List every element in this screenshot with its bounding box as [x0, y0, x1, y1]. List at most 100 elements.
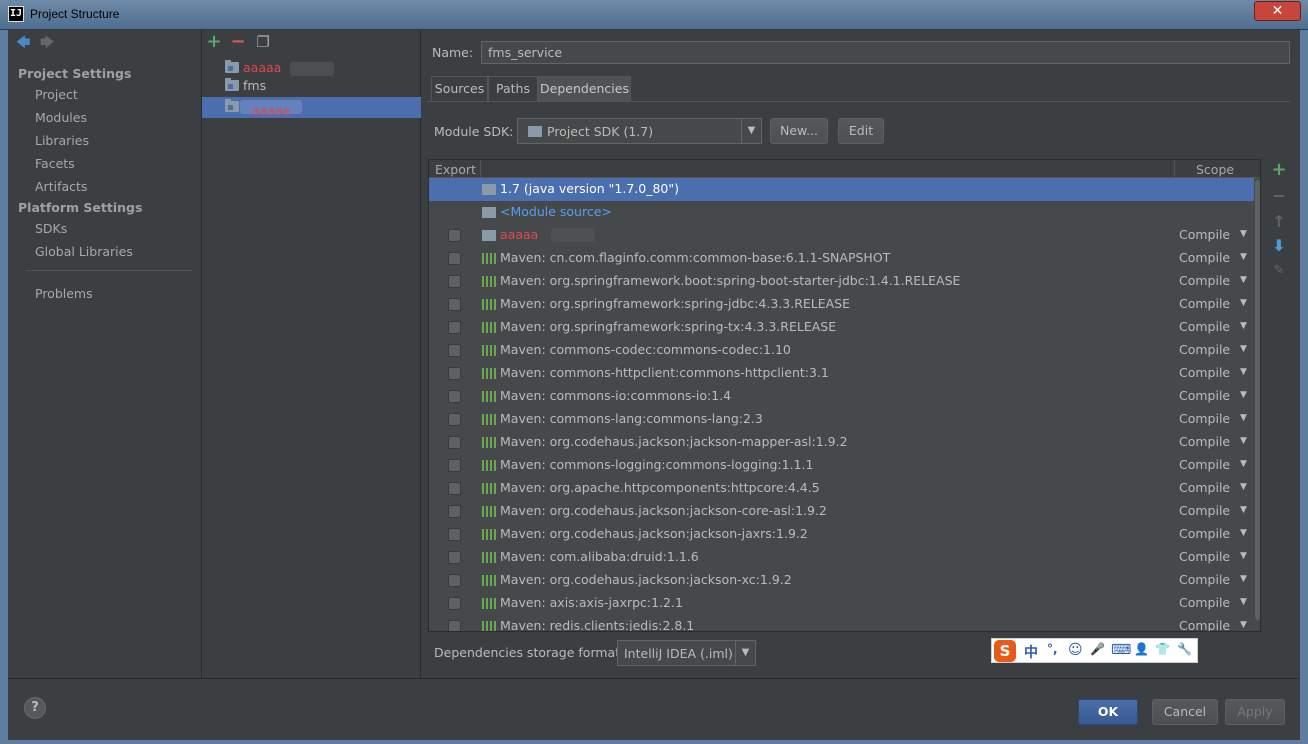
- table-row[interactable]: Maven: org.codehaus.jackson:jackson-core…: [429, 500, 1254, 523]
- chevron-down-icon[interactable]: ▼: [735, 641, 755, 665]
- table-row[interactable]: Maven: commons-codec:commons-codec:1.10 C…: [429, 339, 1254, 362]
- export-checkbox[interactable]: [448, 298, 461, 311]
- chevron-down-icon[interactable]: ▼: [1240, 413, 1247, 423]
- chevron-down-icon[interactable]: ▼: [1240, 321, 1247, 331]
- scope-select[interactable]: Compile: [1179, 503, 1230, 518]
- edit-dependency-icon[interactable]: ✎: [1271, 263, 1287, 279]
- export-checkbox[interactable]: [448, 482, 461, 495]
- scope-select[interactable]: Compile: [1179, 296, 1230, 311]
- module-name-input[interactable]: [481, 41, 1290, 64]
- emoji-icon[interactable]: ☺: [1068, 642, 1083, 658]
- export-checkbox[interactable]: [448, 436, 461, 449]
- table-scrollbar[interactable]: [1254, 178, 1260, 631]
- export-checkbox[interactable]: [448, 252, 461, 265]
- new-sdk-button[interactable]: New...: [770, 118, 828, 144]
- col-header-export[interactable]: Export: [435, 162, 476, 177]
- forward-arrow-icon[interactable]: 🡆: [40, 36, 54, 50]
- chevron-down-icon[interactable]: ▼: [1240, 574, 1247, 584]
- tab-sources[interactable]: Sources: [431, 76, 488, 101]
- table-row[interactable]: 1.7 (java version "1.7.0_80"): [429, 178, 1254, 201]
- module-sdk-select[interactable]: Project SDK (1.7) ▼: [517, 118, 762, 144]
- table-row[interactable]: Maven: org.codehaus.jackson:jackson-xc:1…: [429, 569, 1254, 592]
- scope-select[interactable]: Compile: [1179, 480, 1230, 495]
- title-bar[interactable]: IJ Project Structure ✕: [0, 0, 1308, 30]
- move-down-icon[interactable]: ⬇: [1271, 238, 1287, 254]
- table-row[interactable]: Maven: commons-io:commons-io:1.4 Compile ▼: [429, 385, 1254, 408]
- cancel-button[interactable]: Cancel: [1152, 699, 1218, 725]
- table-row[interactable]: Maven: org.springframework:spring-tx:4.3…: [429, 316, 1254, 339]
- col-header-scope[interactable]: Scope: [1196, 162, 1234, 177]
- sogou-logo-icon[interactable]: S: [994, 640, 1016, 662]
- scope-select[interactable]: Compile: [1179, 342, 1230, 357]
- scope-select[interactable]: Compile: [1179, 319, 1230, 334]
- back-arrow-icon[interactable]: 🡄: [16, 36, 30, 50]
- export-checkbox[interactable]: [448, 551, 461, 564]
- export-checkbox[interactable]: [448, 505, 461, 518]
- scope-select[interactable]: Compile: [1179, 549, 1230, 564]
- chevron-down-icon[interactable]: ▼: [1240, 252, 1247, 262]
- table-row[interactable]: Maven: org.springframework:spring-jdbc:4…: [429, 293, 1254, 316]
- scope-select[interactable]: Compile: [1179, 388, 1230, 403]
- export-checkbox[interactable]: [448, 390, 461, 403]
- chevron-down-icon[interactable]: ▼: [1240, 229, 1247, 239]
- add-module-icon[interactable]: +: [206, 33, 222, 51]
- tree-item-module-selected[interactable]: aaaaa: [202, 97, 421, 118]
- scope-select[interactable]: Compile: [1179, 434, 1230, 449]
- scope-select[interactable]: Compile: [1179, 572, 1230, 587]
- remove-module-icon[interactable]: −: [230, 33, 246, 51]
- nav-item-global-libraries[interactable]: Global Libraries: [35, 244, 133, 259]
- export-checkbox[interactable]: [448, 367, 461, 380]
- tree-item-module[interactable]: fms: [202, 76, 421, 97]
- table-row[interactable]: Maven: com.alibaba:druid:1.1.6 Compile ▼: [429, 546, 1254, 569]
- nav-item-artifacts[interactable]: Artifacts: [35, 179, 87, 194]
- ok-button[interactable]: OK: [1078, 699, 1138, 725]
- export-checkbox[interactable]: [448, 620, 461, 631]
- scope-select[interactable]: Compile: [1179, 365, 1230, 380]
- apply-button[interactable]: Apply: [1225, 699, 1285, 725]
- nav-item-sdks[interactable]: SDKs: [35, 221, 67, 236]
- table-row[interactable]: Maven: org.springframework.boot:spring-b…: [429, 270, 1254, 293]
- scope-select[interactable]: Compile: [1179, 595, 1230, 610]
- add-dependency-icon[interactable]: +: [1271, 161, 1287, 179]
- chevron-down-icon[interactable]: ▼: [1240, 367, 1247, 377]
- ime-toolbar[interactable]: S 中 °, ☺ 🎤 ⌨ 👤 👕 🔧: [991, 638, 1198, 663]
- table-row[interactable]: Maven: org.apache.httpcomponents:httpcor…: [429, 477, 1254, 500]
- table-row[interactable]: Maven: cn.com.flaginfo.comm:common-base:…: [429, 247, 1254, 270]
- microphone-icon[interactable]: 🎤: [1090, 642, 1105, 656]
- chevron-down-icon[interactable]: ▼: [1240, 620, 1247, 630]
- storage-format-select[interactable]: IntelliJ IDEA (.iml) ▼: [617, 640, 756, 666]
- table-row[interactable]: <Module source>: [429, 201, 1254, 224]
- edit-sdk-button[interactable]: Edit: [838, 118, 884, 144]
- chevron-down-icon[interactable]: ▼: [1240, 436, 1247, 446]
- chevron-down-icon[interactable]: ▼: [1240, 528, 1247, 538]
- export-checkbox[interactable]: [448, 597, 461, 610]
- chevron-down-icon[interactable]: ▼: [741, 119, 761, 143]
- nav-item-modules[interactable]: Modules: [35, 110, 87, 125]
- table-row[interactable]: Maven: commons-logging:commons-logging:1…: [429, 454, 1254, 477]
- tab-paths[interactable]: Paths: [488, 76, 538, 101]
- close-button[interactable]: ✕: [1254, 1, 1301, 21]
- export-checkbox[interactable]: [448, 574, 461, 587]
- export-checkbox[interactable]: [448, 275, 461, 288]
- chevron-down-icon[interactable]: ▼: [1240, 551, 1247, 561]
- chevron-down-icon[interactable]: ▼: [1240, 298, 1247, 308]
- scope-select[interactable]: Compile: [1179, 227, 1230, 242]
- export-checkbox[interactable]: [448, 229, 461, 242]
- punctuation-icon[interactable]: °,: [1047, 642, 1058, 656]
- scrollbar-thumb[interactable]: [1255, 180, 1260, 620]
- chevron-down-icon[interactable]: ▼: [1240, 459, 1247, 469]
- export-checkbox[interactable]: [448, 344, 461, 357]
- export-checkbox[interactable]: [448, 413, 461, 426]
- chevron-down-icon[interactable]: ▼: [1240, 482, 1247, 492]
- skin-icon[interactable]: 👕: [1155, 642, 1170, 656]
- move-up-icon[interactable]: ↑: [1271, 214, 1287, 230]
- nav-item-project[interactable]: Project: [35, 87, 78, 102]
- export-checkbox[interactable]: [448, 528, 461, 541]
- scope-select[interactable]: Compile: [1179, 526, 1230, 541]
- table-row[interactable]: Maven: org.codehaus.jackson:jackson-jaxr…: [429, 523, 1254, 546]
- chevron-down-icon[interactable]: ▼: [1240, 390, 1247, 400]
- table-row[interactable]: Maven: commons-httpclient:commons-httpcl…: [429, 362, 1254, 385]
- table-row[interactable]: Maven: axis:axis-jaxrpc:1.2.1 Compile ▼: [429, 592, 1254, 615]
- chevron-down-icon[interactable]: ▼: [1240, 275, 1247, 285]
- chevron-down-icon[interactable]: ▼: [1240, 597, 1247, 607]
